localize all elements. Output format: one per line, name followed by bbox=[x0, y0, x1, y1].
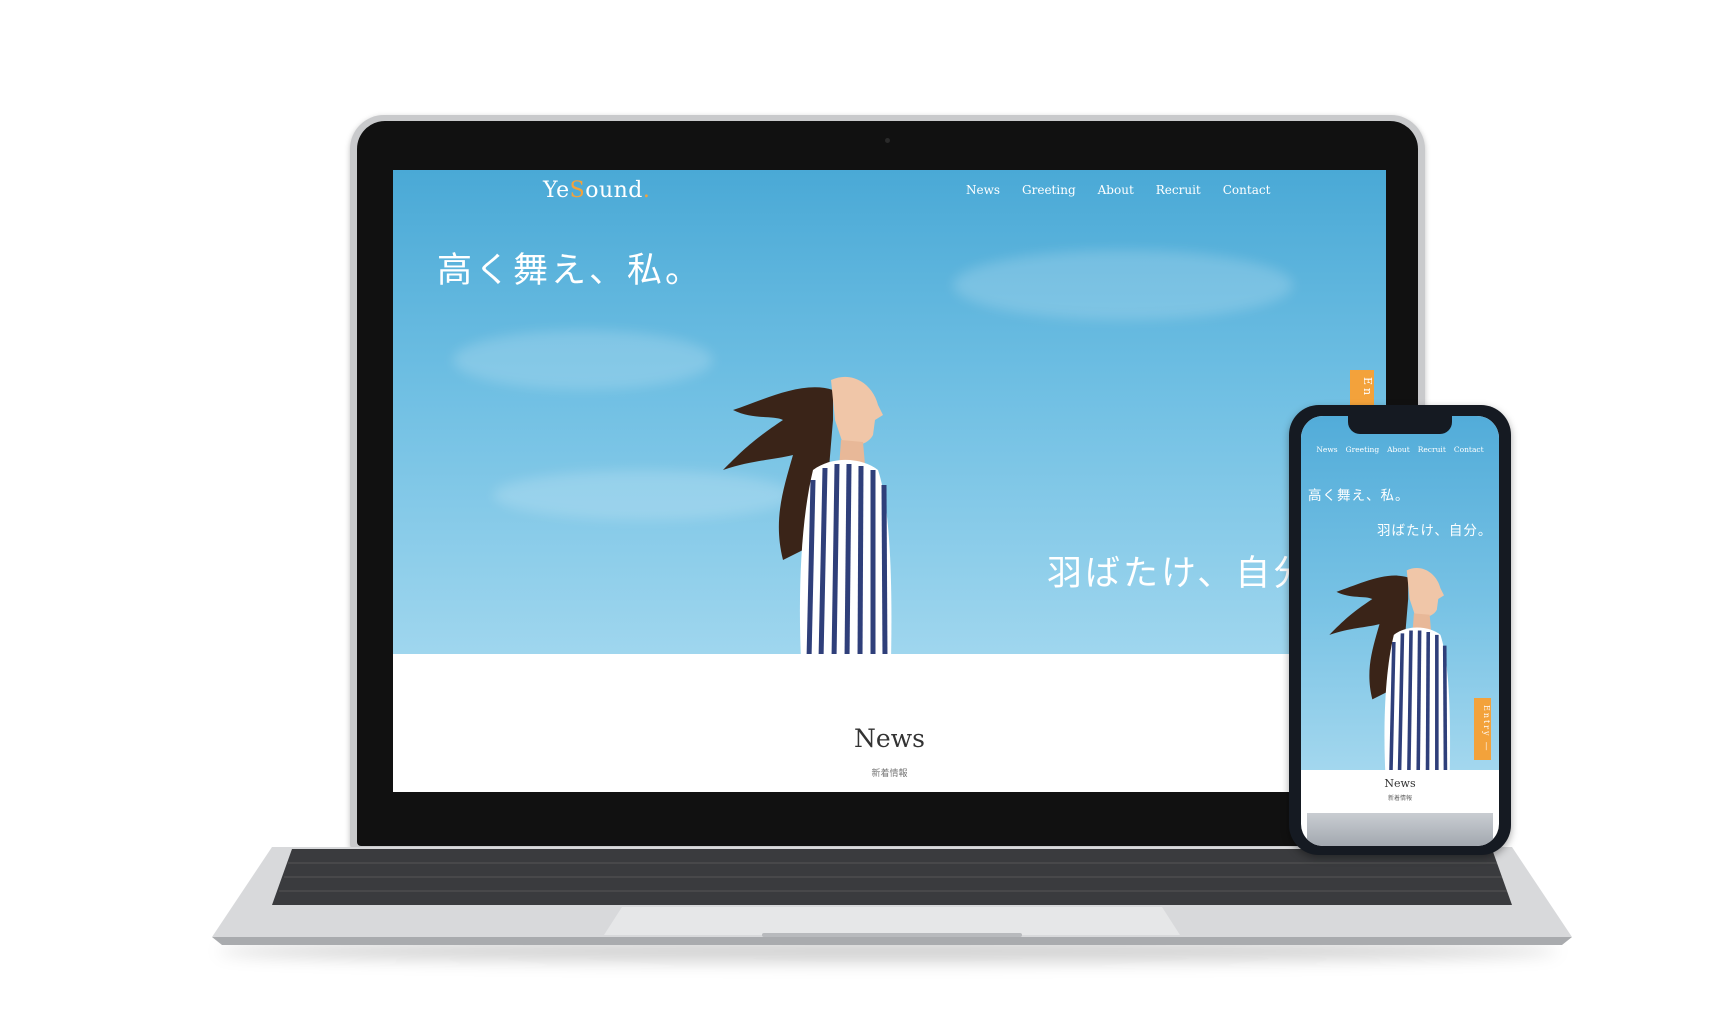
mobile-entry-tab[interactable]: Entry ― bbox=[1474, 698, 1491, 760]
entry-tab[interactable]: En bbox=[1350, 370, 1374, 406]
cloud bbox=[953, 250, 1293, 320]
site-logo[interactable]: YeSound. bbox=[543, 178, 650, 203]
news-section-title: News bbox=[854, 724, 925, 753]
logo-dot: . bbox=[642, 178, 651, 203]
nav-recruit[interactable]: Recruit bbox=[1156, 183, 1201, 197]
laptop-camera bbox=[885, 138, 890, 143]
nav-contact[interactable]: Contact bbox=[1223, 183, 1271, 197]
hero-section: YeSound. News Greeting About Recruit Con… bbox=[393, 170, 1386, 654]
nav-news[interactable]: News bbox=[966, 183, 1000, 197]
mobile-nav-about[interactable]: About bbox=[1387, 445, 1410, 454]
mobile-news-title: News bbox=[1384, 777, 1416, 790]
mobile-nav: News Greeting About Recruit Contact bbox=[1301, 445, 1499, 454]
cloud bbox=[453, 330, 713, 390]
mobile-nav-contact[interactable]: Contact bbox=[1454, 445, 1484, 454]
desktop-website-screen: YeSound. News Greeting About Recruit Con… bbox=[393, 170, 1386, 792]
desktop-nav: News Greeting About Recruit Contact bbox=[966, 183, 1270, 197]
laptop-keyboard bbox=[212, 847, 1572, 945]
logo-text-ye: Ye bbox=[543, 178, 570, 203]
mobile-website-screen: YeSound News Greeting About Recruit Cont… bbox=[1301, 416, 1499, 846]
mobile-nav-news[interactable]: News bbox=[1316, 445, 1337, 454]
hero-catchphrase-1: 高く舞え、私。 bbox=[437, 251, 704, 291]
mobile-news-thumbnail[interactable] bbox=[1307, 813, 1493, 846]
mobile-catchphrase-1: 高く舞え、私。 bbox=[1308, 488, 1410, 504]
news-section-subtitle: 新着情報 bbox=[871, 769, 908, 779]
logo-text-ound: ound bbox=[585, 178, 643, 203]
mobile-nav-recruit[interactable]: Recruit bbox=[1418, 445, 1446, 454]
mobile-hero-woman-image bbox=[1329, 568, 1451, 770]
nav-greeting[interactable]: Greeting bbox=[1022, 183, 1076, 197]
mobile-news-subtitle: 新着情報 bbox=[1387, 795, 1412, 802]
logo-letter-s: S bbox=[569, 178, 586, 203]
mobile-hero-section: YeSound News Greeting About Recruit Cont… bbox=[1301, 416, 1499, 770]
phone-notch bbox=[1348, 414, 1452, 434]
mobile-catchphrase-2: 羽ばたけ、自分。 bbox=[1377, 523, 1493, 539]
mobile-nav-greeting[interactable]: Greeting bbox=[1346, 445, 1380, 454]
hero-woman-image bbox=[723, 376, 892, 654]
nav-about[interactable]: About bbox=[1098, 183, 1134, 197]
